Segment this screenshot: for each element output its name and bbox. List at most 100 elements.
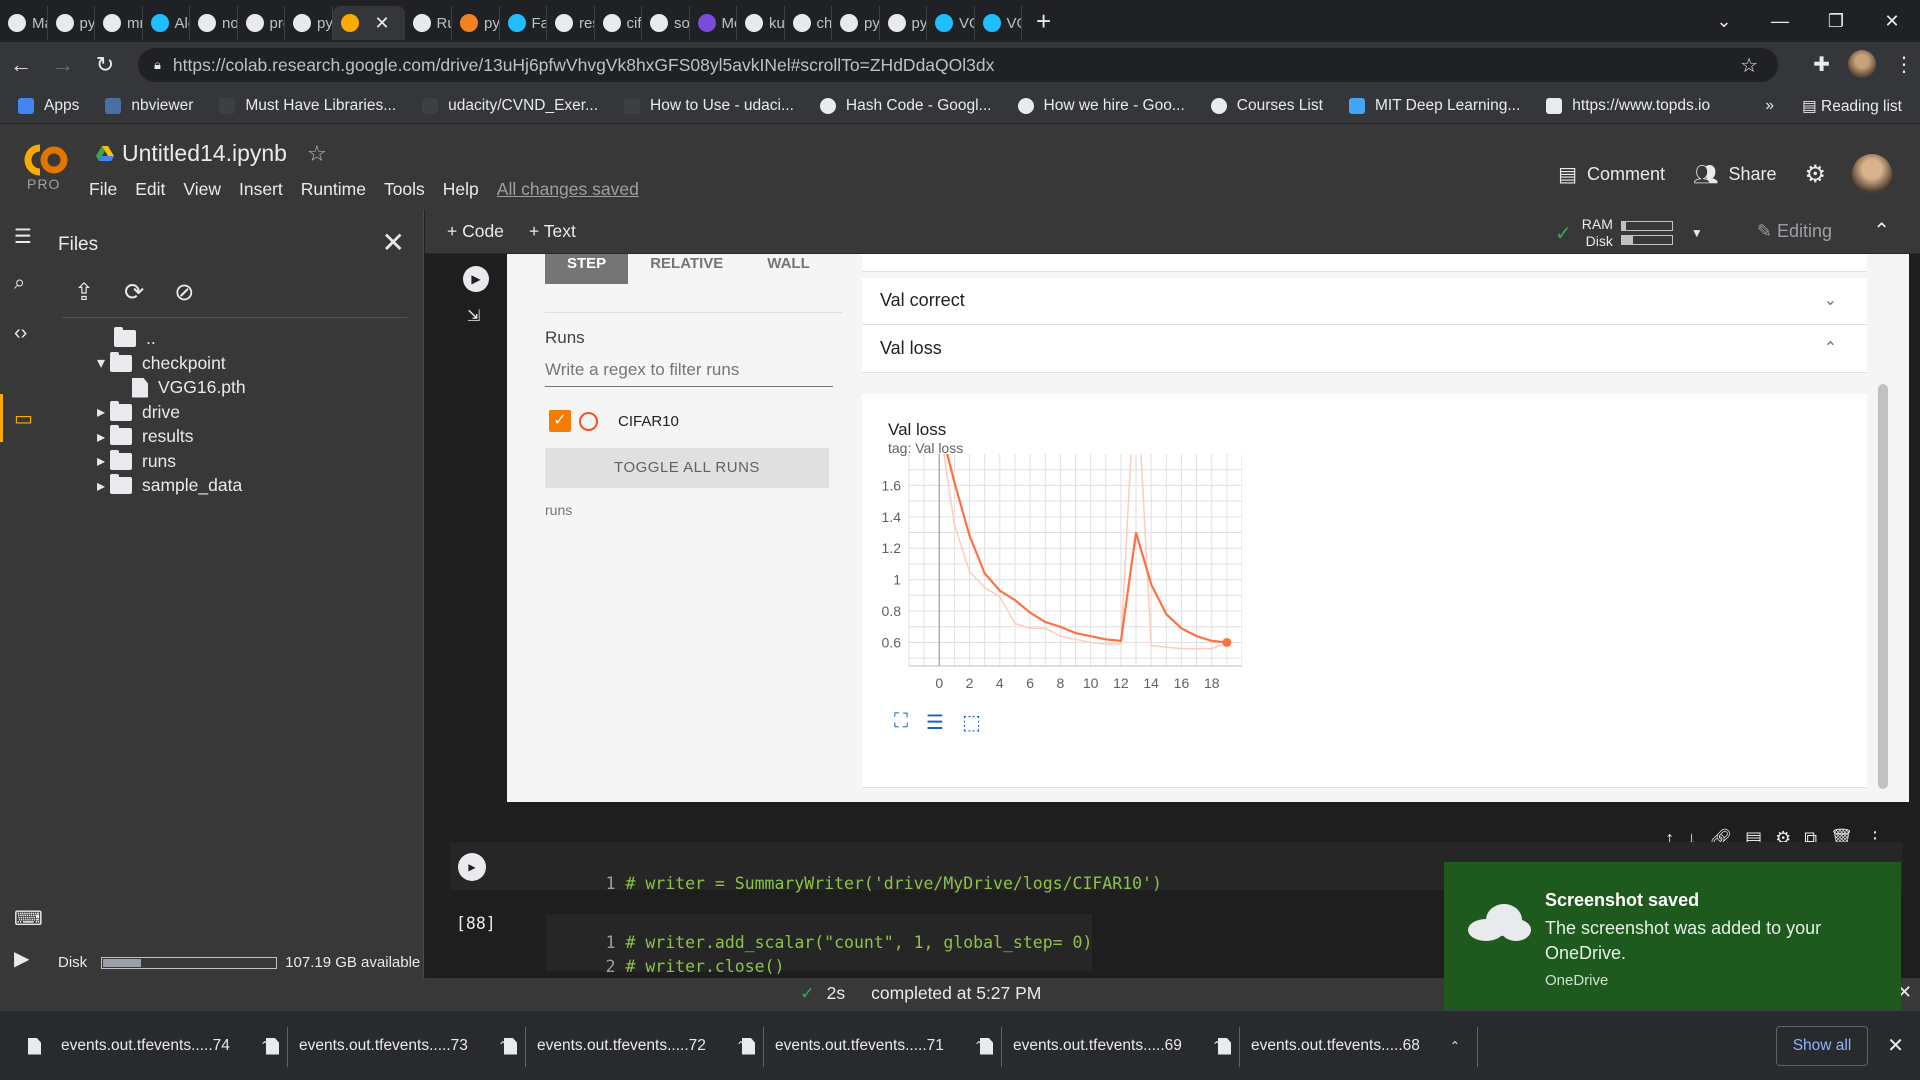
run-item[interactable]: ✓ CIFAR10 <box>549 410 679 432</box>
resources-indicator[interactable]: ✓ RAM Disk ▼ <box>1555 216 1703 250</box>
bookmark-item[interactable]: nbviewer <box>105 97 193 115</box>
new-tab-icon[interactable]: + <box>1036 6 1066 37</box>
minimize-icon[interactable]: — <box>1752 11 1808 32</box>
browser-tab[interactable]: ✕ <box>332 6 405 40</box>
fit-domain-icon[interactable]: ⬚ <box>962 710 981 735</box>
collapse-header-icon[interactable]: ⌃ <box>1873 218 1890 243</box>
menu-tools[interactable]: Tools <box>384 179 425 200</box>
folder-icon[interactable]: ▭ <box>14 406 33 431</box>
file-item[interactable]: VGG16.pth <box>132 377 246 398</box>
folder-item[interactable]: ▸ runs <box>92 449 176 472</box>
parent-folder-item[interactable]: .. <box>114 327 156 349</box>
menu-file[interactable]: File <box>89 179 117 200</box>
notebook-name[interactable]: Untitled14.ipynb <box>122 140 287 167</box>
chevron-up-icon[interactable]: ⌃ <box>1450 1039 1460 1053</box>
output-actions-icon[interactable]: ⇲ <box>467 306 480 326</box>
browser-tab[interactable]: cifa <box>595 6 642 40</box>
browser-tab[interactable]: Ale <box>143 6 190 40</box>
browser-tab[interactable]: VG <box>927 6 975 40</box>
chevron-up-icon[interactable]: ⌃ <box>1824 338 1837 358</box>
y-log-toggle-icon[interactable]: ☰ <box>926 710 944 735</box>
run-cell-button[interactable]: ▶ <box>463 266 489 292</box>
bookmark-item[interactable]: https://www.topds.io <box>1546 97 1710 115</box>
upload-icon[interactable]: ⇪ <box>74 278 94 307</box>
fullscreen-icon[interactable]: ⛶ <box>894 710 908 735</box>
bookmark-item[interactable]: Must Have Libraries... <box>219 97 396 115</box>
browser-tab[interactable]: kua <box>737 6 785 40</box>
restore-icon[interactable]: ❐ <box>1808 11 1864 32</box>
scrollbar-thumb[interactable] <box>1878 384 1888 789</box>
bookmark-item[interactable]: udacity/CVND_Exer... <box>422 97 598 115</box>
menu-edit[interactable]: Edit <box>135 179 165 200</box>
onedrive-notification[interactable]: Screenshot saved The screenshot was adde… <box>1444 862 1901 1014</box>
output-scrollbar[interactable] <box>1875 254 1891 802</box>
settings-button[interactable]: ⚙ <box>1804 160 1826 189</box>
browser-tab[interactable]: Mo <box>690 6 737 40</box>
bookmark-item[interactable]: Courses List <box>1210 97 1323 115</box>
address-bar[interactable]: 🔒︎ https://colab.research.google.com/dri… <box>138 48 1778 82</box>
folder-item[interactable]: ▸ results <box>92 425 194 447</box>
editing-mode[interactable]: ✎ Editing <box>1757 221 1832 242</box>
browser-tab[interactable]: che <box>785 6 832 40</box>
download-item[interactable]: events.out.tfevents.....74 ⌃ <box>28 1011 288 1080</box>
run-filter-input[interactable]: Write a regex to filter runs <box>545 360 833 387</box>
code-snippets-icon[interactable]: ‹› <box>14 322 27 345</box>
save-status-link[interactable]: All changes saved <box>497 179 639 200</box>
extensions-icon[interactable]: ✚ <box>1813 52 1830 77</box>
chevron-right-icon[interactable]: ▸ <box>92 427 110 447</box>
search-icon[interactable]: ⌕ <box>14 272 25 295</box>
menu-runtime[interactable]: Runtime <box>301 179 366 200</box>
chevron-right-icon[interactable]: ▸ <box>92 402 110 422</box>
profile-avatar[interactable] <box>1848 50 1876 78</box>
bookmark-item[interactable]: How we hire - Goo... <box>1017 97 1185 115</box>
menu-help[interactable]: Help <box>443 179 479 200</box>
browser-tab[interactable]: pyt <box>285 6 333 40</box>
download-item[interactable]: events.out.tfevents.....72 ⌃ <box>504 1011 764 1080</box>
folder-item[interactable]: ▸ sample_data <box>92 474 242 496</box>
bookmark-item[interactable]: Apps <box>18 97 79 115</box>
execution-status[interactable]: ✓ 2s completed at 5:27 PM <box>800 983 1041 1004</box>
toggle-all-runs-button[interactable]: TOGGLE ALL RUNS <box>545 448 829 488</box>
star-icon[interactable]: ☆ <box>307 141 327 167</box>
browser-tab[interactable]: pro <box>238 6 285 40</box>
reload-icon[interactable]: ↻ <box>84 52 126 78</box>
share-button[interactable]: 👥︎ Share <box>1693 162 1776 187</box>
download-item[interactable]: events.out.tfevents.....73 ⌃ <box>266 1011 526 1080</box>
folder-item[interactable]: ▸ drive <box>92 400 180 423</box>
more-bookmarks-icon[interactable]: » <box>1765 97 1774 115</box>
chevron-right-icon[interactable]: ▸ <box>92 451 110 471</box>
toggle-wall[interactable]: WALL <box>745 254 832 284</box>
browser-tab[interactable]: Rur <box>405 6 452 40</box>
resources-dropdown-icon[interactable]: ▼ <box>1691 226 1703 240</box>
comment-button[interactable]: ▤ Comment <box>1558 162 1665 187</box>
toc-icon[interactable]: ☰ <box>14 224 32 249</box>
download-item[interactable]: events.out.tfevents.....71 ⌃ <box>742 1011 1002 1080</box>
terminal-icon[interactable]: ▶ <box>14 946 29 971</box>
bookmark-item[interactable]: Hash Code - Googl... <box>819 97 992 115</box>
browser-tab[interactable]: pyt <box>452 6 500 40</box>
download-item[interactable]: events.out.tfevents.....69 ⌃ <box>980 1011 1240 1080</box>
close-shelf-icon[interactable]: ✕ <box>1887 1033 1904 1058</box>
show-all-button[interactable]: Show all <box>1776 1026 1868 1066</box>
close-window-icon[interactable]: ✕ <box>1864 11 1920 32</box>
run-color-swatch[interactable] <box>579 411 598 431</box>
browser-tab[interactable]: not <box>190 6 238 40</box>
bookmark-item[interactable]: How to Use - udaci... <box>624 97 794 115</box>
chrome-menu-icon[interactable]: ⋮ <box>1894 52 1914 77</box>
account-avatar[interactable] <box>1852 154 1892 194</box>
val-loss-chart[interactable]: 0 2 4 6 8 10 12 14 16 18 0.6 0.8 1 1.2 1.4 1.6 <box>862 444 1242 704</box>
mount-drive-icon[interactable]: ⊘ <box>174 278 194 307</box>
command-palette-icon[interactable]: ⌨ <box>14 906 43 931</box>
panel-val-correct[interactable]: Val correct ⌄ <box>862 278 1867 325</box>
browser-tab[interactable]: pyt <box>48 6 95 40</box>
bookmark-item[interactable]: MIT Deep Learning... <box>1348 97 1520 115</box>
browser-tab[interactable]: pyt <box>832 6 880 40</box>
tab-search-icon[interactable]: ⌄ <box>1696 11 1752 32</box>
chevron-right-icon[interactable]: ▸ <box>92 476 110 496</box>
browser-tab[interactable]: Ma <box>0 6 48 40</box>
browser-tab[interactable]: pyt <box>880 6 927 40</box>
run-cell-button[interactable]: ▶ <box>458 853 486 881</box>
close-tab-icon[interactable]: ✕ <box>375 13 390 34</box>
browser-tab[interactable]: Fas <box>500 6 547 40</box>
panel-val-loss[interactable]: Val loss ⌃ <box>862 325 1867 373</box>
